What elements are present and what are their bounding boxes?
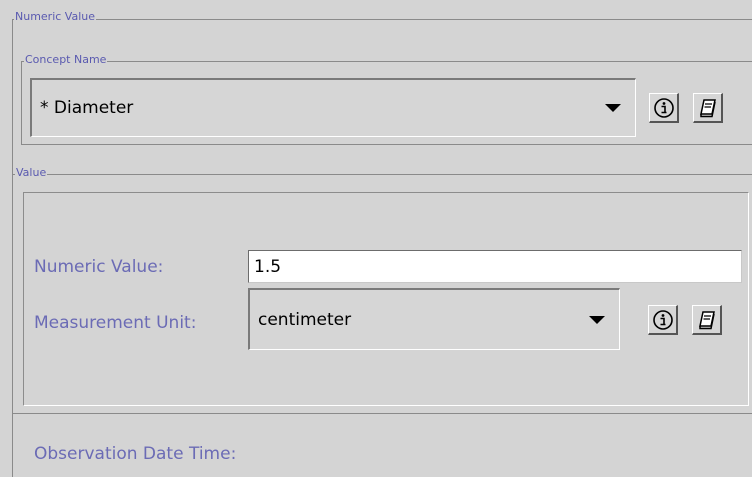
- concept-info-button[interactable]: [649, 93, 679, 123]
- unit-info-button[interactable]: [648, 305, 678, 335]
- measurement-unit-label: Measurement Unit:: [34, 313, 197, 333]
- unit-edit-button[interactable]: [692, 305, 722, 335]
- measurement-unit-combo[interactable]: centimeter: [248, 288, 620, 350]
- numeric-value-label: Numeric Value:: [34, 257, 164, 277]
- value-group-title: Value: [15, 166, 48, 179]
- measurement-unit-value: centimeter: [258, 309, 352, 330]
- concept-name-value: * Diameter: [40, 98, 134, 118]
- edit-book-icon: [698, 310, 715, 329]
- outer-group-title: Numeric Value: [14, 10, 97, 23]
- concept-edit-button[interactable]: [693, 93, 723, 123]
- edit-book-icon: [699, 98, 716, 117]
- concept-group-title: Concept Name: [24, 53, 108, 66]
- info-icon: [653, 97, 674, 118]
- numeric-value-input[interactable]: [249, 251, 741, 282]
- concept-name-combo[interactable]: * Diameter: [30, 78, 636, 137]
- info-icon: [652, 309, 673, 330]
- chevron-down-icon[interactable]: [589, 315, 605, 324]
- numeric-value-field[interactable]: [248, 250, 742, 283]
- chevron-down-icon[interactable]: [605, 104, 621, 112]
- observation-date-time-label: Observation Date Time:: [34, 444, 237, 464]
